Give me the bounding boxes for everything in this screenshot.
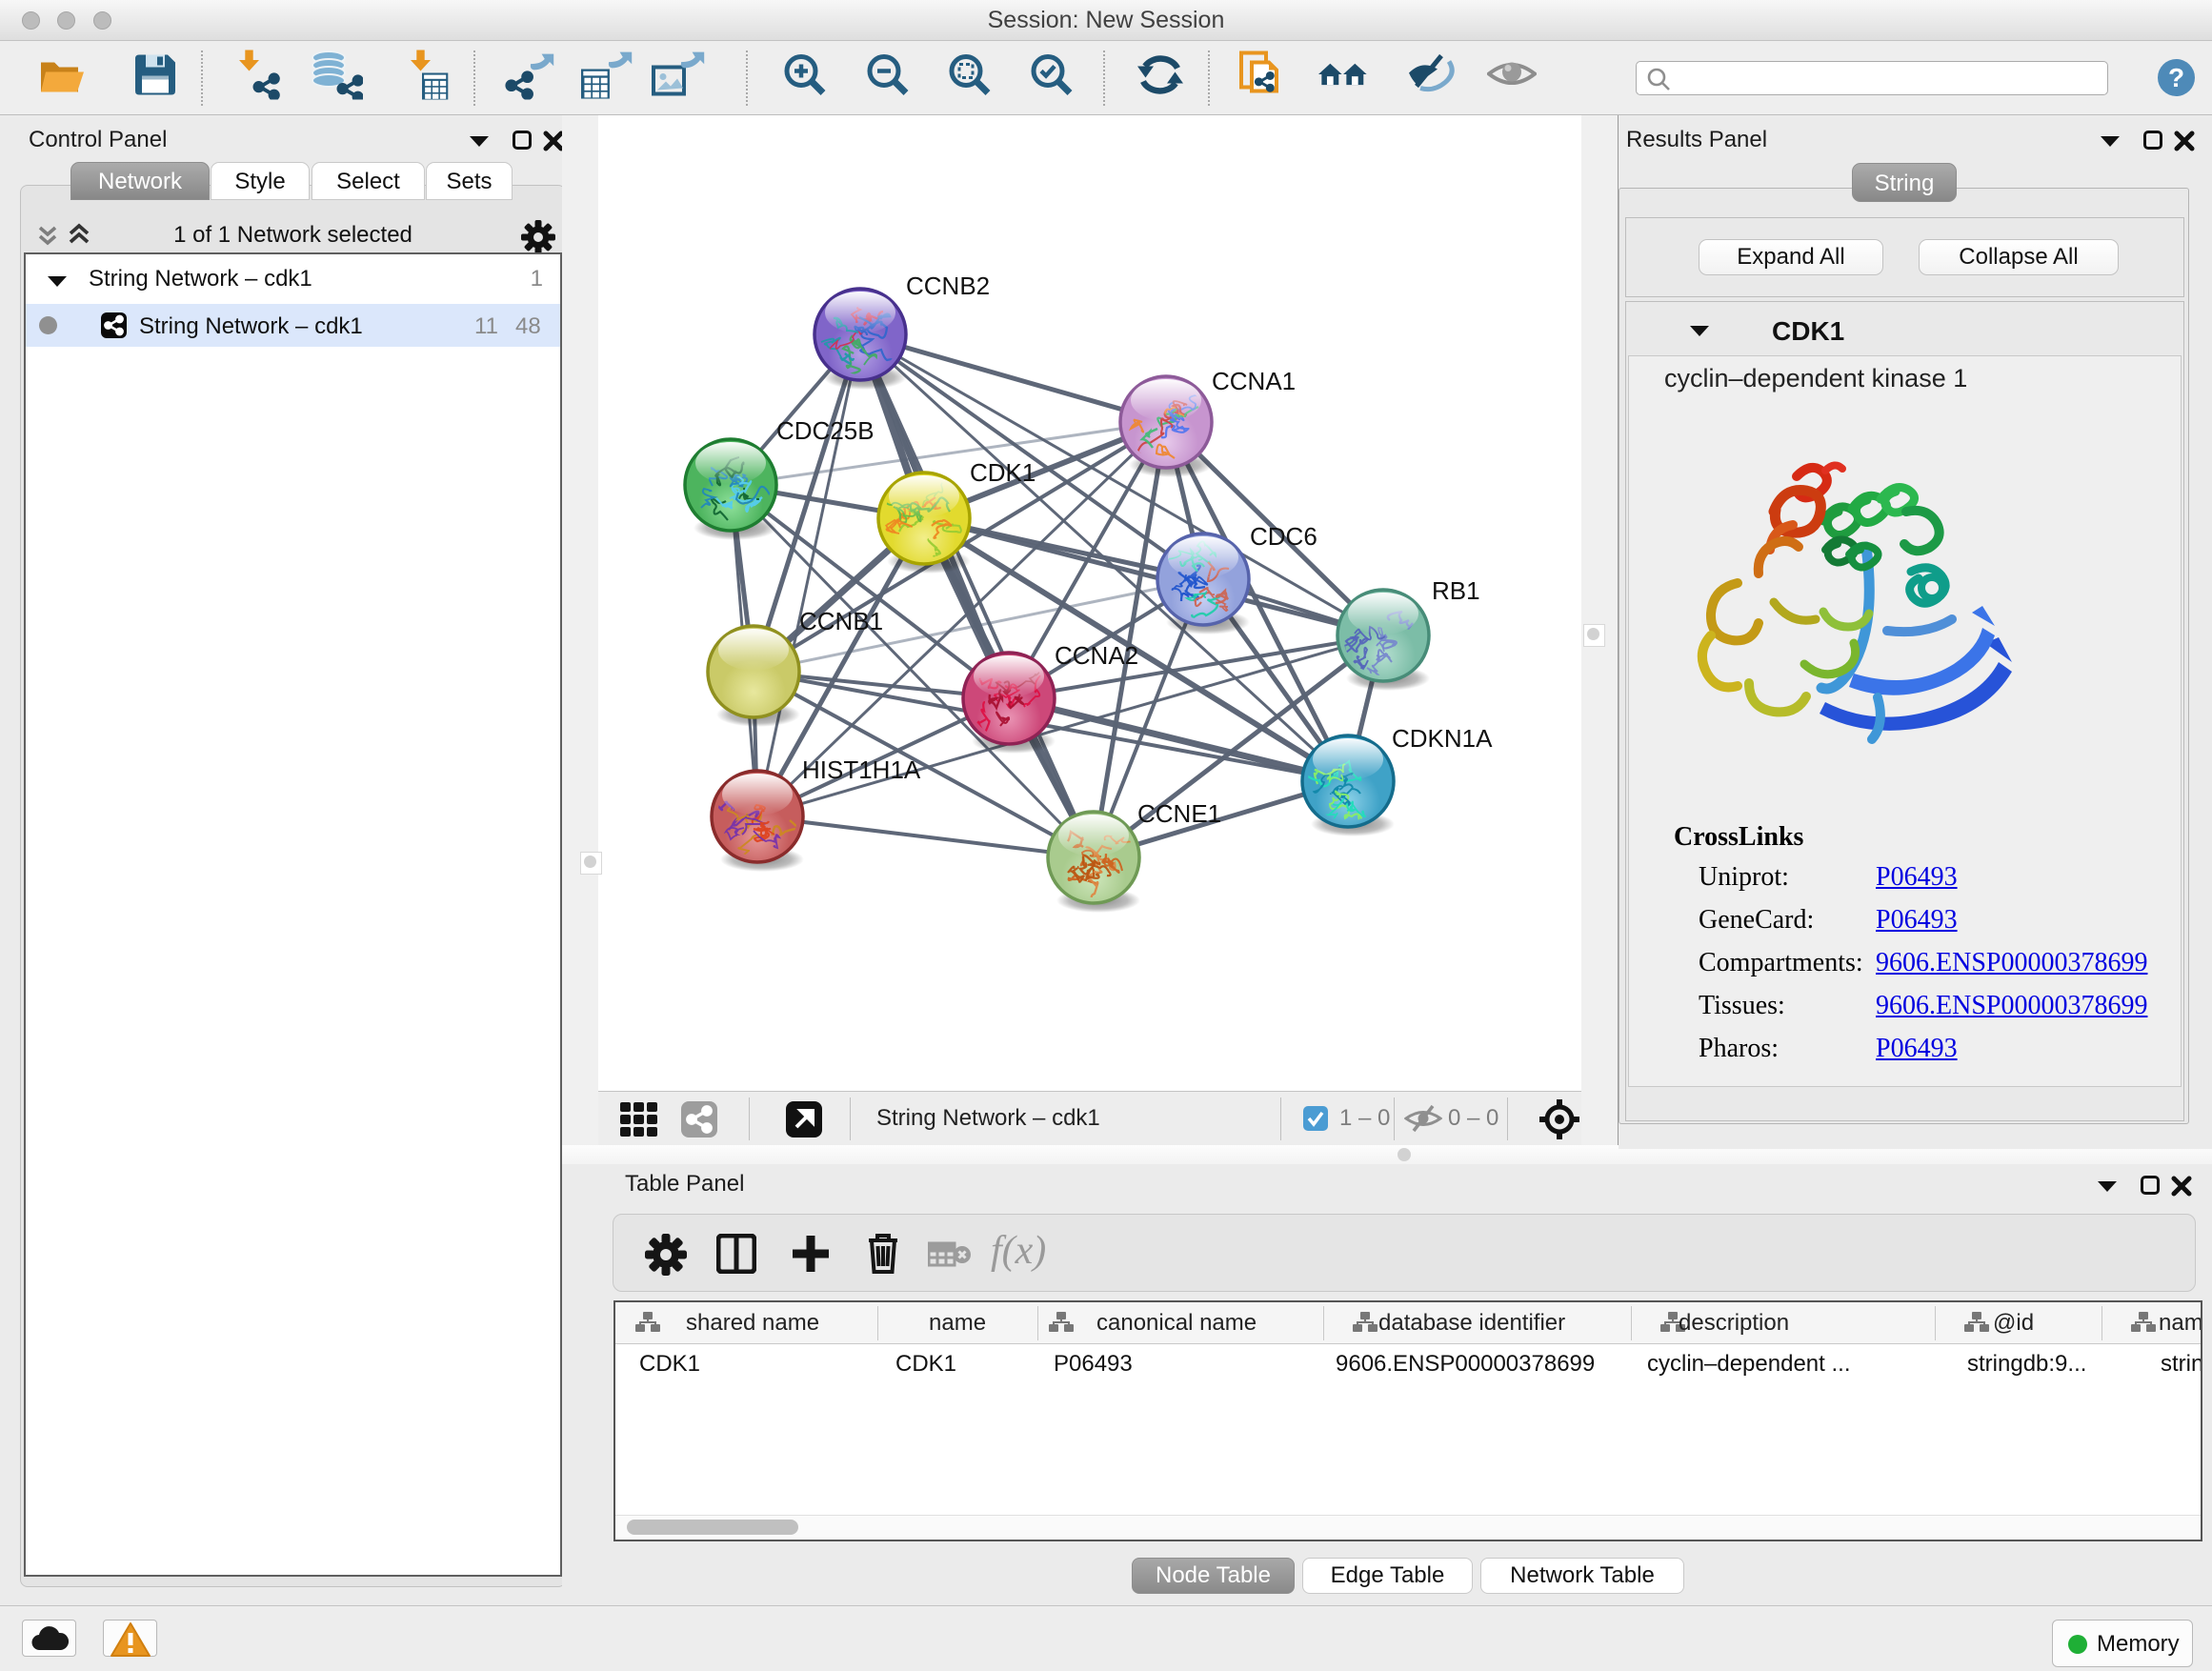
svg-text:RB1: RB1 [1432, 576, 1480, 605]
svg-text:CDC6: CDC6 [1250, 522, 1317, 551]
svg-text:CDKN1A: CDKN1A [1392, 724, 1493, 753]
svg-text:CDC25B: CDC25B [776, 416, 875, 445]
svg-text:HIST1H1A: HIST1H1A [802, 755, 921, 784]
svg-text:CCNA1: CCNA1 [1212, 367, 1296, 395]
svg-text:CCNB2: CCNB2 [906, 272, 990, 300]
svg-text:CCNB1: CCNB1 [799, 607, 883, 635]
svg-text:CCNA2: CCNA2 [1055, 641, 1138, 670]
svg-text:CDK1: CDK1 [970, 458, 1036, 487]
svg-text:CCNE1: CCNE1 [1137, 799, 1221, 828]
